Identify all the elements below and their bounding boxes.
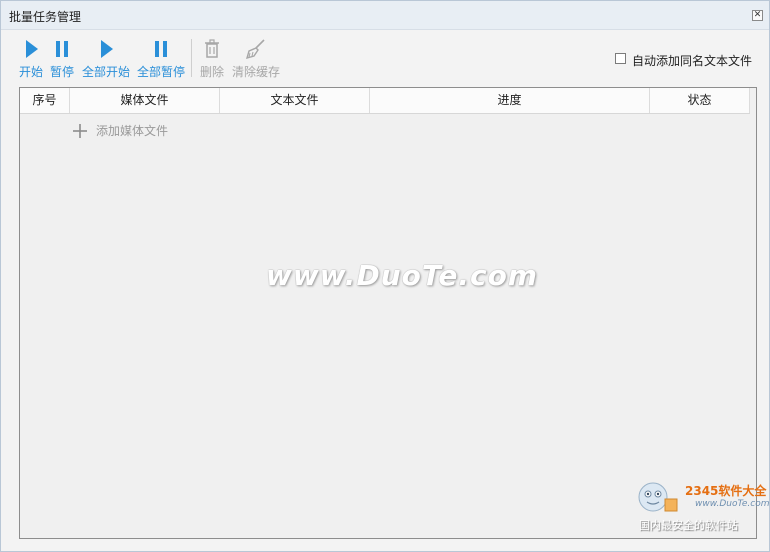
window-title: 批量任务管理 (9, 10, 82, 24)
corner-logo: 2345软件大全 www.DuoTe.com 国内最安全的软件站 (633, 475, 770, 539)
start-button[interactable]: 开始 (17, 37, 45, 85)
column-header-index[interactable]: 序号 (20, 88, 70, 113)
brand-slogan: 国内最安全的软件站 (639, 519, 738, 532)
brand-text: 2345软件大全 (685, 484, 767, 498)
column-header-text-file[interactable]: 文本文件 (220, 88, 370, 113)
pause-button[interactable]: 暂停 (48, 37, 76, 85)
start-all-button[interactable]: 全部开始 (80, 37, 132, 85)
pause-icon (155, 41, 167, 57)
toolbar-separator (191, 39, 192, 77)
title-bar: 批量任务管理 ✕ (1, 1, 769, 30)
play-icon (101, 40, 113, 58)
column-header-status[interactable]: 状态 (650, 88, 750, 113)
column-header-progress[interactable]: 进度 (370, 88, 650, 113)
pause-icon (56, 41, 68, 57)
start-button-label: 开始 (18, 65, 43, 79)
brand-url: www.DuoTe.com (695, 499, 770, 509)
play-icon (26, 40, 38, 58)
close-button[interactable]: ✕ (752, 10, 763, 21)
pause-button-label: 暂停 (49, 65, 74, 79)
add-media-file-label: 添加媒体文件 (96, 124, 169, 138)
close-icon: ✕ (753, 10, 762, 20)
column-header-media-file[interactable]: 媒体文件 (70, 88, 220, 113)
start-all-button-label: 全部开始 (81, 65, 130, 79)
table-header: 序号 媒体文件 文本文件 进度 状态 (20, 88, 750, 114)
plus-icon (73, 124, 87, 138)
mascot-icon (638, 482, 678, 512)
pause-all-button[interactable]: 全部暂停 (135, 37, 187, 85)
watermark-text: www.DuoTe.com (266, 259, 538, 292)
pause-all-button-label: 全部暂停 (136, 65, 185, 79)
auto-add-checkbox-label: 自动添加同名文本文件 (632, 54, 753, 68)
task-table: 序号 媒体文件 文本文件 进度 状态 添加媒体文件 (19, 87, 757, 539)
auto-add-checkbox[interactable] (615, 53, 626, 64)
batch-task-window: 批量任务管理 ✕ 开始 暂停 全部开始 全部暂停 删除 清除缓存 自动添加同名文… (0, 0, 770, 552)
